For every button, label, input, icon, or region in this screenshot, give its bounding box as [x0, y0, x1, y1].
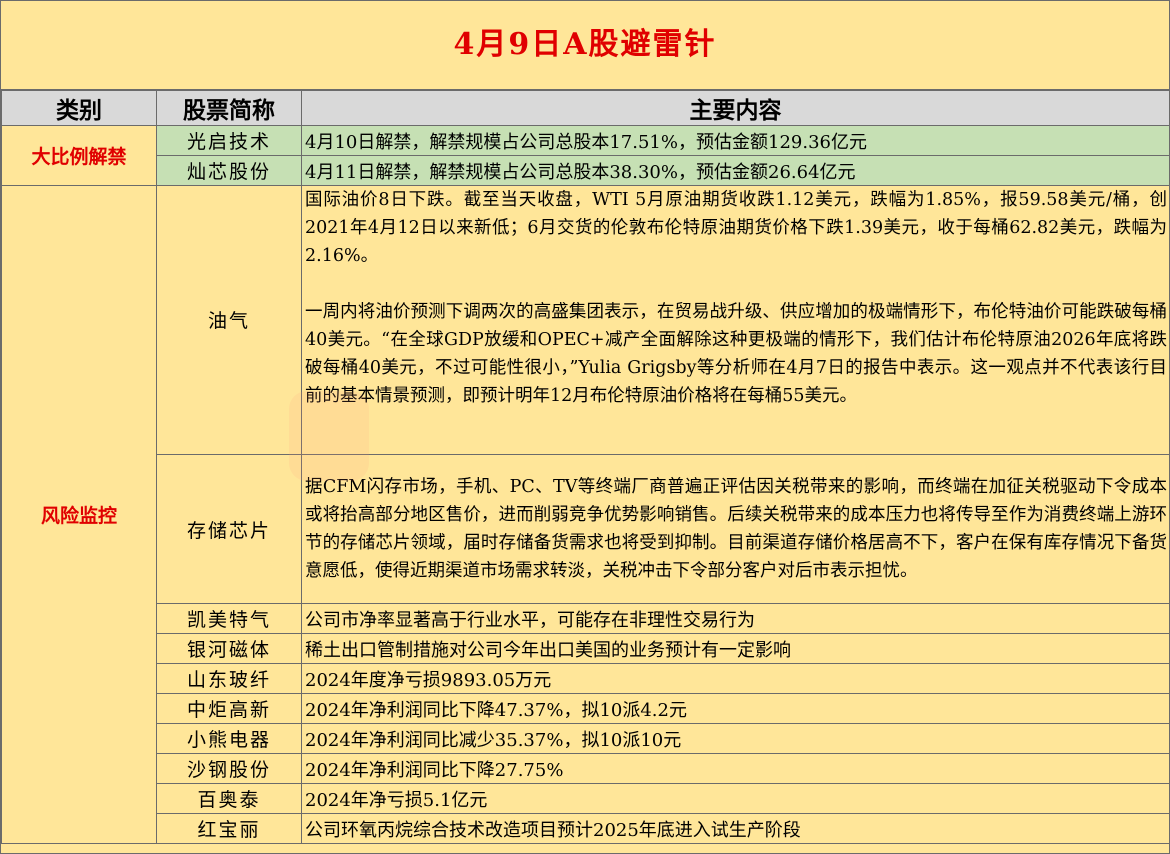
- content-cell: 稀土出口管制措施对公司今年出口美国的业务预计有一定影响: [301, 633, 1170, 664]
- spreadsheet: 4月9日A股避雷针 类别 股票简称 主要内容 大比例解禁 光启技术 4月10日解…: [0, 0, 1170, 854]
- content-cell: 2024年净亏损5.1亿元: [301, 783, 1170, 814]
- stock-name-cell: 山东玻纤: [156, 663, 302, 694]
- category-cell: 大比例解禁: [1, 125, 157, 186]
- content-cell: 4月10日解禁，解禁规模占公司总股本17.51%，预估金额129.36亿元: [301, 125, 1170, 156]
- data-table: 类别 股票简称 主要内容 大比例解禁 光启技术 4月10日解禁，解禁规模占公司总…: [1, 90, 1170, 844]
- stock-name-cell: 银河磁体: [156, 633, 302, 664]
- content-cell: 2024年净利润同比下降27.75%: [301, 753, 1170, 784]
- header-stock: 股票简称: [156, 90, 302, 126]
- category-cell: 风险监控: [1, 185, 157, 844]
- stock-name-cell: 油气: [156, 185, 302, 455]
- content-cell: 2024年净利润同比下降47.37%，拟10派4.2元: [301, 693, 1170, 724]
- stock-name-cell: 灿芯股份: [156, 155, 302, 186]
- table-row: 中炬高新 2024年净利润同比下降47.37%，拟10派4.2元: [2, 693, 1170, 724]
- table-row: 灿芯股份 4月11日解禁，解禁规模占公司总股本38.30%，预估金额26.64亿…: [2, 155, 1170, 186]
- table-row: 凯美特气 公司市净率显著高于行业水平，可能存在非理性交易行为: [2, 603, 1170, 634]
- table-row: 大比例解禁 光启技术 4月10日解禁，解禁规模占公司总股本17.51%，预估金额…: [1, 125, 1170, 186]
- table-row: 山东玻纤 2024年度净亏损9893.05万元: [2, 663, 1170, 694]
- stock-name-cell: 中炬高新: [156, 693, 302, 724]
- content-paragraph: 一周内将油价预测下调两次的高盛集团表示，在贸易战升级、供应增加的极端情形下，布伦…: [305, 302, 1167, 406]
- content-paragraph: 国际油价8日下跌。截至当天收盘，WTI 5月原油期货收跌1.12美元，跌幅为1.…: [305, 190, 1167, 266]
- stock-name-cell: 沙钢股份: [156, 753, 302, 784]
- content-cell: 2024年度净亏损9893.05万元: [301, 663, 1170, 694]
- table-row: 沙钢股份 2024年净利润同比下降27.75%: [2, 753, 1170, 784]
- table-row: 小熊电器 2024年净利润同比减少35.37%，拟10派10元: [2, 723, 1170, 754]
- content-cell: 2024年净利润同比减少35.37%，拟10派10元: [301, 723, 1170, 754]
- content-cell: 公司环氧丙烷综合技术改造项目预计2025年底进入试生产阶段: [301, 813, 1170, 844]
- stock-name-cell: 红宝丽: [156, 813, 302, 844]
- sheet-title: 4月9日A股避雷针: [1, 1, 1169, 90]
- stock-name-cell: 百奥泰: [156, 783, 302, 814]
- content-cell: 国际油价8日下跌。截至当天收盘，WTI 5月原油期货收跌1.12美元，跌幅为1.…: [301, 185, 1170, 455]
- table-row: 银河磁体 稀土出口管制措施对公司今年出口美国的业务预计有一定影响: [2, 633, 1170, 664]
- table-row: 百奥泰 2024年净亏损5.1亿元: [2, 783, 1170, 814]
- stock-name-cell: 存储芯片: [156, 454, 302, 604]
- header-category: 类别: [1, 90, 157, 126]
- header-content: 主要内容: [301, 90, 1170, 126]
- stock-name-cell: 小熊电器: [156, 723, 302, 754]
- table-row: 风险监控 油气 国际油价8日下跌。截至当天收盘，WTI 5月原油期货收跌1.12…: [1, 185, 1170, 844]
- stock-name-cell: 凯美特气: [156, 603, 302, 634]
- stock-name-cell: 光启技术: [156, 125, 302, 156]
- content-cell: 据CFM闪存市场，手机、PC、TV等终端厂商普遍正评估因关税带来的影响，而终端在…: [301, 454, 1170, 604]
- content-cell: 公司市净率显著高于行业水平，可能存在非理性交易行为: [301, 603, 1170, 634]
- table-row: 红宝丽 公司环氧丙烷综合技术改造项目预计2025年底进入试生产阶段: [2, 813, 1170, 844]
- table-row: 存储芯片 据CFM闪存市场，手机、PC、TV等终端厂商普遍正评估因关税带来的影响…: [2, 454, 1170, 604]
- content-cell: 4月11日解禁，解禁规模占公司总股本38.30%，预估金额26.64亿元: [301, 155, 1170, 186]
- header-row: 类别 股票简称 主要内容: [1, 90, 1170, 126]
